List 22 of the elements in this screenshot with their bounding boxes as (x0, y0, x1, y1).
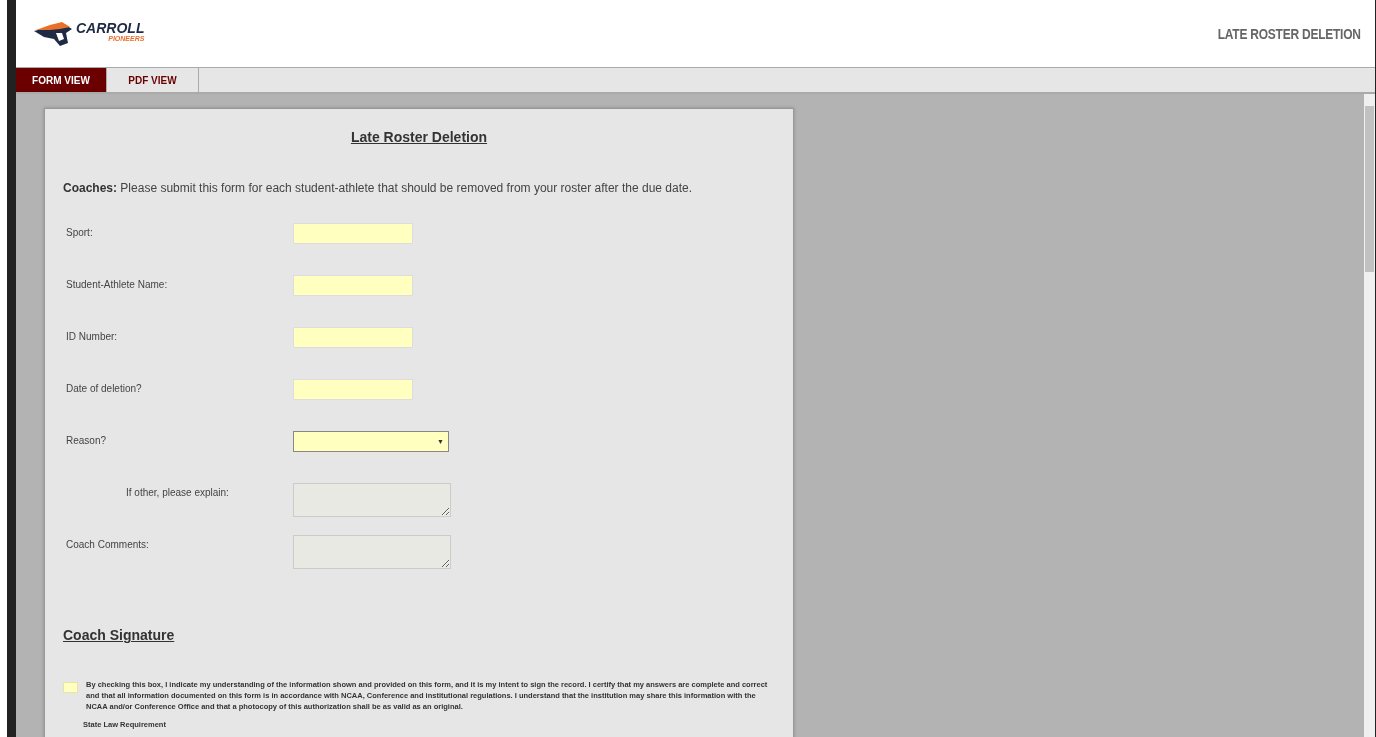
input-field[interactable] (293, 327, 413, 348)
form-title: Late Roster Deletion (349, 129, 489, 145)
field-label: Student-Athlete Name: (65, 278, 169, 290)
signature-checkbox[interactable] (63, 682, 78, 693)
input-field[interactable] (293, 275, 413, 296)
input-field[interactable] (293, 379, 413, 400)
section-heading: Coach Signature (63, 627, 176, 643)
text-area[interactable] (293, 483, 451, 517)
field-label: ID Number: (65, 330, 119, 342)
field-label: Date of deletion? (65, 382, 143, 394)
scrollbar[interactable] (1364, 94, 1375, 737)
form-intro: Coaches: Please submit this form for each student-athlete that should be removed from your roster after the due date. (63, 181, 693, 195)
field-label: Coach Comments: (65, 538, 150, 550)
field-label: Reason? (65, 434, 108, 446)
text-area[interactable] (293, 535, 451, 569)
tab[interactable]: FORM VIEW (16, 68, 107, 92)
page-title: LATE ROSTER DELETION (1218, 25, 1361, 42)
field-label: If other, please explain: (125, 486, 230, 498)
logo-wordmark: CARROLL (76, 20, 145, 35)
input-field[interactable] (293, 223, 413, 244)
field-label: Sport: (65, 226, 94, 238)
pioneer-logo-icon (32, 20, 74, 47)
